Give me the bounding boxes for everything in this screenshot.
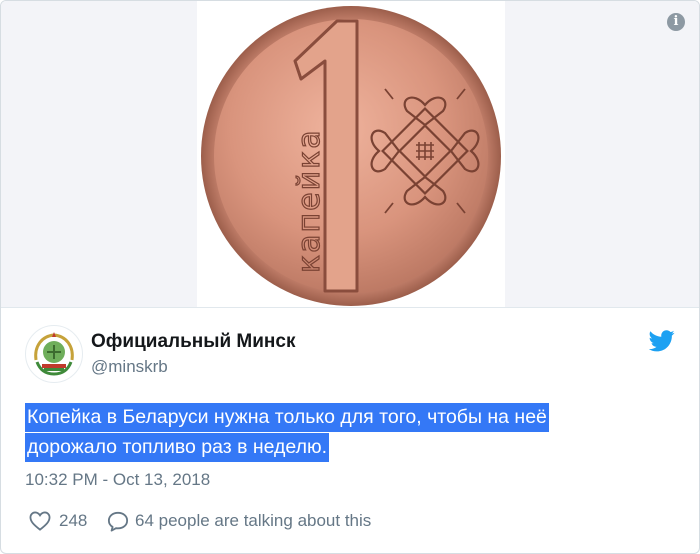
comment-bubble-icon — [107, 511, 129, 532]
coin-image: 1 капейка — [201, 6, 501, 306]
tweet-text-line-1: Копейка в Беларуси нужна только для того… — [25, 403, 549, 432]
heart-icon — [29, 511, 51, 531]
tweet-header: Официальный Минск @minskrb — [25, 324, 675, 383]
author-display-name[interactable]: Официальный Минск — [91, 331, 295, 353]
like-count: 248 — [59, 511, 88, 530]
tweet-text: Копейка в Беларуси нужна только для того… — [25, 402, 675, 462]
coin-denomination-text: капейка — [292, 128, 327, 273]
talking-label: 64 people are talking about this — [135, 511, 372, 530]
media-image-frame: 1 капейка — [197, 1, 505, 307]
info-icon[interactable]: i — [667, 13, 685, 31]
coat-of-arms-icon[interactable] — [25, 325, 83, 383]
tweet-timestamp[interactable]: 10:32 PM - Oct 13, 2018 — [25, 470, 210, 490]
info-glyph: i — [673, 14, 679, 29]
tweet-actions: 248 64 people are talking about this — [29, 509, 669, 533]
tweet-text-line-2: дорожало топливо раз в неделю. — [25, 433, 330, 462]
like-button[interactable]: 248 — [29, 509, 99, 533]
tweet-card: 1 капейка i — [0, 0, 700, 554]
conversation-button[interactable]: 64 people are talking about this — [107, 509, 437, 533]
tweet-media[interactable]: 1 капейка i — [1, 1, 699, 308]
author-handle[interactable]: @minskrb — [91, 357, 168, 377]
twitter-bird-icon[interactable] — [648, 330, 675, 352]
